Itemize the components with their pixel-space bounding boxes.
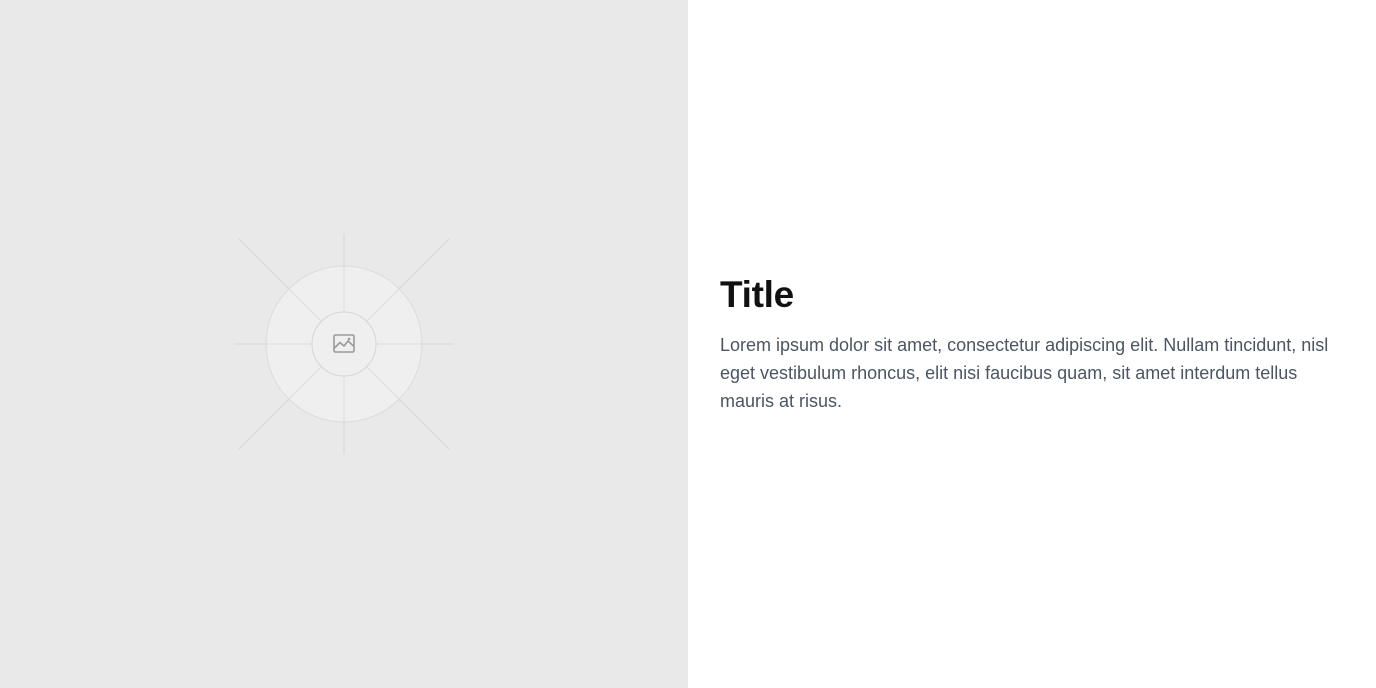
split-section: Title Lorem ipsum dolor sit amet, consec… [0,0,1376,688]
content-panel: Title Lorem ipsum dolor sit amet, consec… [688,0,1376,688]
image-placeholder [0,0,688,688]
image-placeholder-graphic [234,234,454,454]
section-title: Title [720,273,794,315]
section-description: Lorem ipsum dolor sit amet, consectetur … [720,335,1329,412]
